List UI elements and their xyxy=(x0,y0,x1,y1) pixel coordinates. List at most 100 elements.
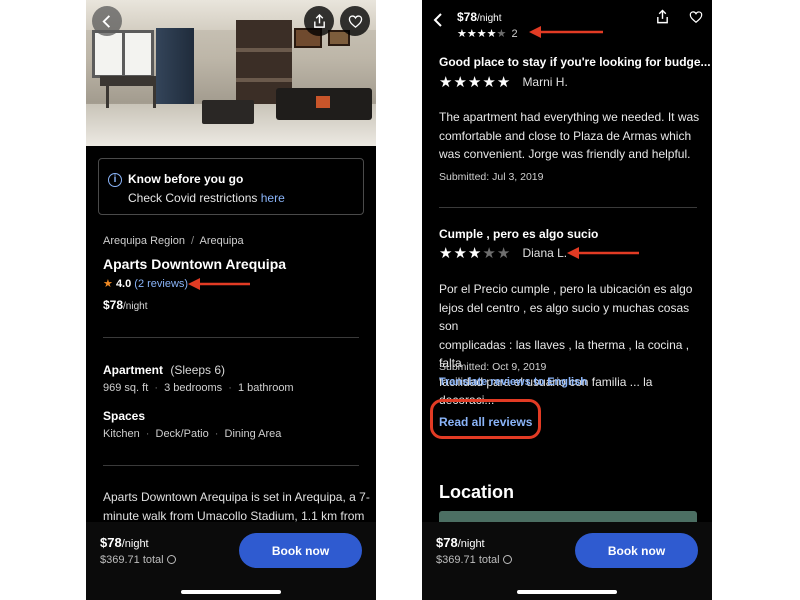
star-empty-icon: ★ xyxy=(482,245,497,262)
footer-total: $369.71 total xyxy=(436,554,512,566)
translate-reviews-link[interactable]: Translate reviews to English xyxy=(439,376,587,388)
favorite-button[interactable] xyxy=(340,6,370,36)
share-button[interactable] xyxy=(655,9,670,30)
footer-price-unit: /night xyxy=(457,538,485,550)
price: $78/night xyxy=(103,298,148,312)
review-text: The apartment had everything we needed. … xyxy=(439,108,701,164)
annotation-arrow xyxy=(188,278,250,290)
book-now-button[interactable]: Book now xyxy=(575,533,698,568)
header-rating: ★★★★★ 2 xyxy=(457,27,518,40)
footer-price-amount: $78 xyxy=(436,535,458,550)
spec-bathrooms: 1 bathroom xyxy=(237,382,294,394)
footer-price: $78/night xyxy=(436,535,485,550)
reviews-link[interactable]: (2 reviews) xyxy=(134,278,188,290)
footer-price: $78/night xyxy=(100,535,149,550)
favorite-button[interactable] xyxy=(689,10,703,29)
review-rating-row: ★★★★★ Marni H. xyxy=(439,73,568,92)
back-button[interactable] xyxy=(432,12,444,33)
breadcrumb-region[interactable]: Arequipa Region xyxy=(103,235,185,247)
divider xyxy=(103,465,359,466)
star-empty-icon: ★ xyxy=(496,28,507,40)
location-title: Location xyxy=(439,482,514,502)
header-rating-count: 2 xyxy=(511,28,518,40)
review-line: comfortable and close to Plaza de Armas … xyxy=(439,128,692,143)
header-price-unit: /night xyxy=(477,13,502,24)
rating-score: 4.0 xyxy=(115,278,132,290)
footer-total: $369.71 total xyxy=(100,554,176,566)
spaces-title: Spaces xyxy=(103,409,146,423)
star-empty-icon: ★ xyxy=(496,245,512,262)
share-icon xyxy=(313,13,325,28)
review-line: The apartment had everything we needed. … xyxy=(439,110,700,124)
star-icon: ★ xyxy=(467,74,483,91)
review-submitted-date: Submitted: Oct 9, 2019 xyxy=(439,361,547,373)
breadcrumb-city[interactable]: Arequipa xyxy=(200,235,244,247)
info-box-desc: Check Covid restrictions here xyxy=(128,191,285,205)
star-icon: ★ xyxy=(457,28,467,40)
review-line: was convenient. Jorge was friendly and h… xyxy=(439,147,691,161)
info-circle-icon[interactable] xyxy=(166,555,176,564)
review-title: Cumple , pero es algo sucio xyxy=(439,227,599,241)
review-author: Diana L. xyxy=(522,246,568,260)
star-icon: ★ xyxy=(453,245,468,262)
know-before-you-go-box: i Know before you go Check Covid restric… xyxy=(98,158,364,215)
spec-area: 969 sq. ft xyxy=(103,382,149,394)
review-stars: ★★★★★ xyxy=(439,245,516,262)
property-specs: 969 sq. ft · 3 bedrooms · 1 bathroom xyxy=(103,382,294,394)
breadcrumb: Arequipa Region / Arequipa xyxy=(103,235,244,247)
star-icon: ★ xyxy=(466,28,477,40)
chevron-left-icon xyxy=(101,14,110,28)
booking-bar: $78/night $369.71 total Book now xyxy=(422,522,712,600)
divider xyxy=(439,207,697,208)
header-price-amount: $78 xyxy=(457,10,478,24)
review-stars: ★★★★★ xyxy=(439,74,516,91)
header-price: $78/night xyxy=(457,10,502,24)
price-amount: $78 xyxy=(103,298,124,312)
star-icon: ★ xyxy=(103,278,113,290)
space-item: Deck/Patio xyxy=(155,428,209,440)
divider xyxy=(103,337,359,338)
book-now-button[interactable]: Book now xyxy=(239,533,362,568)
review-submitted-date: Submitted: Jul 3, 2019 xyxy=(439,171,544,183)
info-circle-icon[interactable] xyxy=(502,555,512,564)
footer-price-amount: $78 xyxy=(100,535,122,550)
star-icon: ★ xyxy=(496,74,512,91)
header-stars: ★★★★★ xyxy=(457,28,509,40)
home-indicator xyxy=(517,590,617,594)
annotation-arrow xyxy=(567,247,639,259)
info-box-title: Know before you go xyxy=(128,172,244,186)
total-price: $369.71 total xyxy=(100,554,164,566)
star-icon: ★ xyxy=(453,74,468,91)
breadcrumb-separator: / xyxy=(191,235,195,247)
share-icon xyxy=(657,9,668,24)
total-price: $369.71 total xyxy=(436,554,500,566)
back-button[interactable] xyxy=(92,6,122,36)
star-icon: ★ xyxy=(439,245,454,262)
review-author: Marni H. xyxy=(522,75,568,89)
review-rating-row: ★★★★★ Diana L. xyxy=(439,244,567,263)
spec-bedrooms: 3 bedrooms xyxy=(164,382,223,394)
space-item: Dining Area xyxy=(224,428,282,440)
share-button[interactable] xyxy=(304,6,334,36)
info-icon: i xyxy=(108,173,122,187)
price-unit: /night xyxy=(123,301,148,312)
description-line: Aparts Downtown Arequipa is set in Arequ… xyxy=(103,490,370,504)
covid-restrictions-link[interactable]: here xyxy=(261,191,285,205)
spaces-list: Kitchen · Deck/Patio · Dining Area xyxy=(103,428,282,440)
star-icon: ★ xyxy=(476,28,487,40)
star-icon: ★ xyxy=(482,74,497,91)
footer-price-unit: /night xyxy=(121,538,149,550)
annotation-arrow xyxy=(529,26,603,38)
apartment-title: Apartment xyxy=(103,363,164,377)
description-line: minute walk from Umacollo Stadium, 1.1 k… xyxy=(103,509,365,523)
apartment-heading: Apartment (Sleeps 6) xyxy=(103,363,225,377)
booking-bar: $78/night $369.71 total Book now xyxy=(86,522,376,600)
review-line: lejos del centro , es algo sucio y mucha… xyxy=(439,300,690,334)
star-icon: ★ xyxy=(467,245,483,262)
heart-icon xyxy=(689,11,703,24)
star-icon: ★ xyxy=(439,74,454,91)
property-name: Aparts Downtown Arequipa xyxy=(103,256,287,272)
annotation-circle xyxy=(430,399,541,439)
home-indicator xyxy=(181,590,281,594)
left-screen: i Know before you go Check Covid restric… xyxy=(86,0,376,600)
